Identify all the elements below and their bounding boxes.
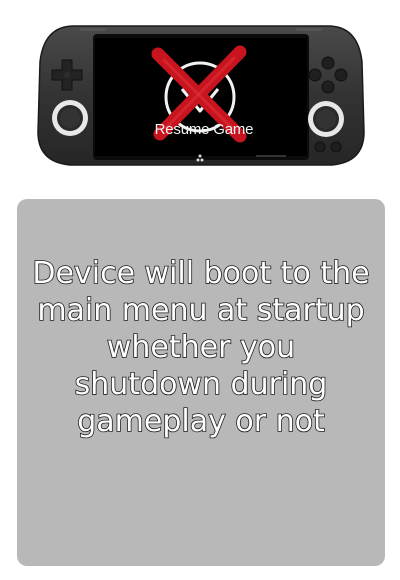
info-card: Device will boot to the main menu at sta… [17, 199, 385, 566]
handheld-device-image: Resume Game [36, 22, 366, 168]
analog-stick-left-icon [52, 100, 88, 136]
info-message: Device will boot to the main menu at sta… [32, 255, 371, 440]
face-buttons-icon [308, 56, 348, 94]
dpad-icon [51, 59, 83, 91]
screen-resume-label: Resume Game [154, 121, 254, 138]
home-logo-icon [314, 141, 342, 153]
